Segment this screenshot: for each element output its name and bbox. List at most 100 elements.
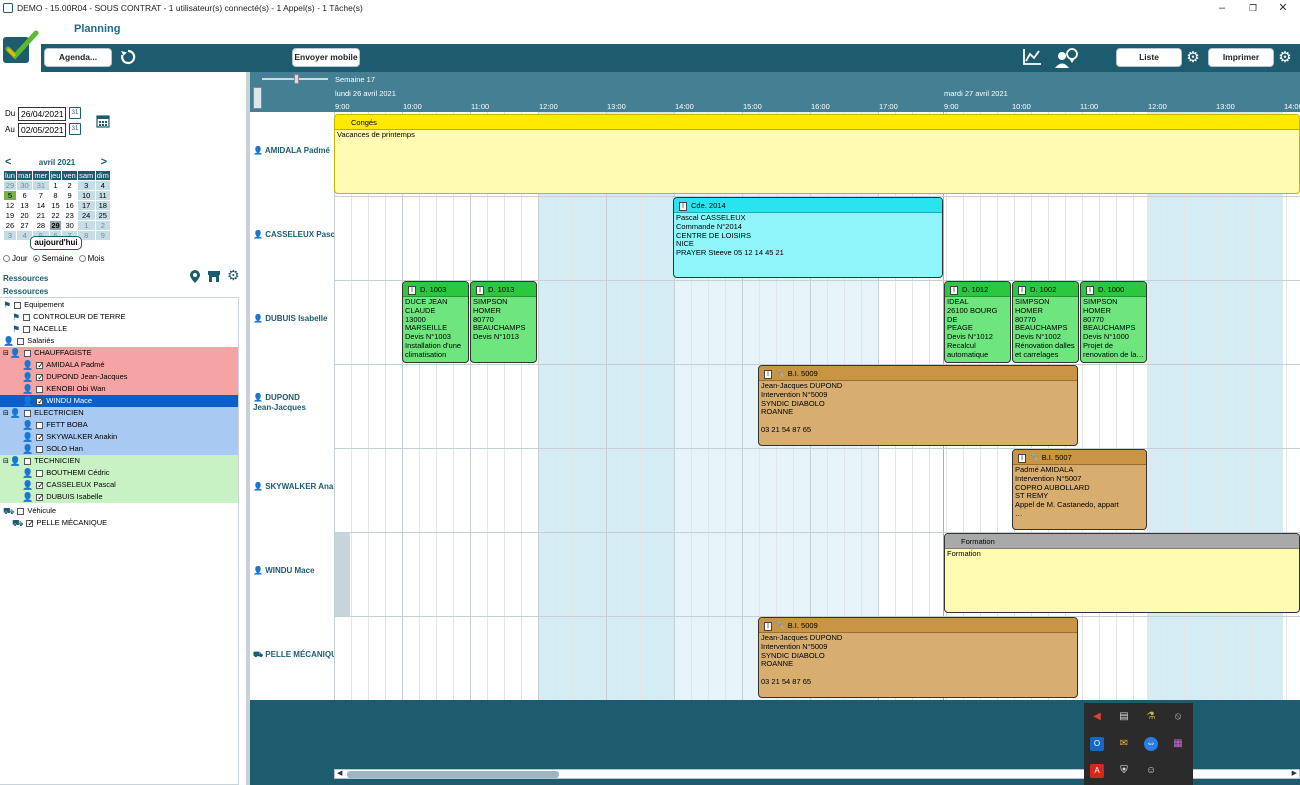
date-to-input[interactable]: 02/05/2021 xyxy=(18,123,66,137)
store-icon[interactable] xyxy=(207,270,221,285)
calendar-day[interactable]: 25 xyxy=(94,210,112,221)
acrobat-icon[interactable]: A xyxy=(1090,764,1104,778)
event-cde2014[interactable]: ▯ Cde. 2014 Pascal CASSELEUX Commande N°20… xyxy=(673,197,943,278)
tree-checkbox[interactable] xyxy=(36,480,44,492)
maximize-button[interactable]: ❐ xyxy=(1238,0,1268,17)
calendar-day[interactable]: 13 xyxy=(15,200,34,211)
calendar-day[interactable]: 31 xyxy=(32,180,50,191)
calendar-day[interactable]: 1 xyxy=(48,180,63,191)
tree-item-dubuis[interactable]: 👤 DUBUIS Isabelle xyxy=(0,491,238,504)
tree-item-solo[interactable]: 👤 SOLO Han xyxy=(0,443,238,455)
calendar-day[interactable]: 30 xyxy=(61,220,78,231)
event-d1002[interactable]: ▯ D. 1002 SIMPSON HOMER 80770 BEAUCHAMPS D… xyxy=(1012,281,1079,363)
scrollbar-thumb[interactable] xyxy=(347,771,559,778)
calendar-from-icon[interactable]: 31 xyxy=(69,107,81,119)
tree-checkbox[interactable] xyxy=(26,518,34,530)
tree-item-windu-selected[interactable]: 👤 WINDU Mace xyxy=(0,395,238,408)
discord-icon[interactable]: ☺ xyxy=(1144,764,1158,778)
radio-jour[interactable] xyxy=(3,255,10,263)
tree-item-nacelle[interactable]: ⚑ NACELLE xyxy=(0,323,238,335)
close-button[interactable]: ✕ xyxy=(1268,0,1298,17)
event-conges[interactable]: Congés Vacances de printemps xyxy=(334,114,1300,194)
tree-item-skywalker[interactable]: 👤 SKYWALKER Anakin xyxy=(0,431,238,444)
app-tray-icon[interactable]: ▦ xyxy=(1171,737,1185,751)
calendar-day[interactable]: 2 xyxy=(94,220,112,231)
calendar-day[interactable]: 29 xyxy=(3,180,17,191)
tree-item-salaries[interactable]: 👤 Salariés xyxy=(0,335,238,347)
teamviewer-icon[interactable]: ⇔ xyxy=(1144,737,1158,751)
minimize-button[interactable]: – xyxy=(1207,0,1237,17)
drive-icon[interactable]: ▤ xyxy=(1117,710,1131,724)
tree-item-bouthemi[interactable]: 👤 BOUTHEMI Cédric xyxy=(0,467,238,479)
imprimer-button[interactable]: Imprimer xyxy=(1208,48,1274,67)
calendar-to-icon[interactable]: 31 xyxy=(69,123,81,135)
calendar-day[interactable]: 9 xyxy=(94,230,112,241)
tree-checkbox[interactable] xyxy=(36,469,44,477)
calendar-day[interactable]: 1 xyxy=(76,220,96,231)
user-location-icon[interactable] xyxy=(1053,47,1079,75)
date-from-input[interactable]: 26/04/2021 xyxy=(18,107,66,121)
calendar-day[interactable]: 12 xyxy=(3,200,17,211)
calendar-day[interactable]: 3 xyxy=(76,180,96,191)
tree-item-electricien[interactable]: ⊟👤 ELECTRICIEN xyxy=(0,407,238,419)
event-d1013[interactable]: ▯ D. 1013 SIMPSON HOMER 80770 BEAUCHAMPS D… xyxy=(470,281,537,363)
tree-checkbox[interactable] xyxy=(36,432,44,444)
network-off-icon[interactable]: ⦸ xyxy=(1171,710,1185,724)
calendar-day[interactable]: 18 xyxy=(94,200,112,211)
calendar-day[interactable]: 3 xyxy=(3,230,17,241)
tree-item-technicien[interactable]: ⊟👤 TECHNICIEN xyxy=(0,455,238,467)
tree-item-pelle[interactable]: ⛟ PELLE MÉCANIQUE xyxy=(0,517,238,530)
mail-icon[interactable]: ✉ xyxy=(1117,737,1131,751)
tree-item-equipement[interactable]: ⚑ Equipement xyxy=(0,299,238,311)
print-settings-gear-icon[interactable]: ⚙ xyxy=(1275,48,1295,68)
calendar-day-selected[interactable]: 29 xyxy=(48,220,63,231)
calendar-day[interactable]: 22 xyxy=(48,210,63,221)
calendar-day[interactable]: 9 xyxy=(61,190,78,201)
calendar-day[interactable]: 7 xyxy=(32,190,50,201)
tree-item-chauffagiste[interactable]: ⊟👤 CHAUFFAGISTE xyxy=(0,347,238,359)
next-month-button[interactable]: > xyxy=(101,156,107,168)
tree-checkbox[interactable] xyxy=(36,385,44,393)
refresh-icon[interactable] xyxy=(118,48,138,72)
map-pin-icon[interactable] xyxy=(189,269,201,287)
radio-mois[interactable] xyxy=(78,255,86,263)
tree-checkbox[interactable] xyxy=(36,492,44,504)
event-d1003[interactable]: ▯ D. 1003 DUCE JEAN CLAUDE 13000 MARSEILLE… xyxy=(402,281,469,363)
calendar-day[interactable]: 16 xyxy=(61,200,78,211)
prev-month-button[interactable]: < xyxy=(5,156,11,168)
event-bi5009b[interactable]: ▯ 🔧 B.I. 5009 Jean-Jacques DUPOND Intervent… xyxy=(758,617,1078,698)
tree-checkbox[interactable] xyxy=(24,409,32,417)
speaker-muted-icon[interactable]: ◀ xyxy=(1090,710,1104,724)
flask-icon[interactable]: ⚗ xyxy=(1144,710,1158,724)
event-formation[interactable]: Formation Formation xyxy=(944,533,1300,613)
tree-checkbox[interactable] xyxy=(24,349,32,357)
calendar-day[interactable]: 6 xyxy=(15,190,34,201)
security-shield-icon[interactable]: ⛨ xyxy=(1117,764,1131,778)
tree-checkbox[interactable] xyxy=(23,313,31,321)
tree-item-kenobi[interactable]: 👤 KENOBI Obi Wan xyxy=(0,383,238,395)
send-mobile-button[interactable]: Envoyer mobile xyxy=(292,48,360,67)
tree-checkbox[interactable] xyxy=(17,337,25,345)
calendar-day[interactable]: 24 xyxy=(76,210,96,221)
event-d1012[interactable]: ▯ D. 1012 IDEAL 26100 BOURG DE PEAGE Devis… xyxy=(944,281,1011,363)
tree-checkbox[interactable] xyxy=(24,457,32,465)
tree-checkbox[interactable] xyxy=(36,396,44,408)
calendar-day[interactable]: 28 xyxy=(32,220,50,231)
calendar-day[interactable]: 27 xyxy=(15,220,34,231)
calendar-day[interactable]: 30 xyxy=(15,180,34,191)
tree-checkbox[interactable] xyxy=(36,360,44,372)
tree-checkbox[interactable] xyxy=(17,507,25,515)
calendar-day[interactable]: 21 xyxy=(32,210,50,221)
calendar-day[interactable]: 10 xyxy=(76,190,96,201)
calendar-day[interactable]: 26 xyxy=(3,220,17,231)
splitter-handle[interactable] xyxy=(253,87,262,109)
tree-item-casseleux[interactable]: 👤 CASSELEUX Pascal xyxy=(0,479,238,492)
liste-settings-gear-icon[interactable]: ⚙ xyxy=(1183,48,1203,68)
week-calendar-icon[interactable] xyxy=(96,114,110,130)
tree-checkbox[interactable] xyxy=(36,445,44,453)
tree-item-vehicule[interactable]: ⛟ Véhicule xyxy=(0,505,238,517)
event-bi5007[interactable]: ▯ 🔧 B.I. 5007 Padmé AMIDALA Intervention N°… xyxy=(1012,449,1147,530)
tree-checkbox[interactable] xyxy=(14,301,22,309)
tree-checkbox[interactable] xyxy=(36,421,44,429)
today-button[interactable]: aujourd'hui xyxy=(30,236,82,250)
